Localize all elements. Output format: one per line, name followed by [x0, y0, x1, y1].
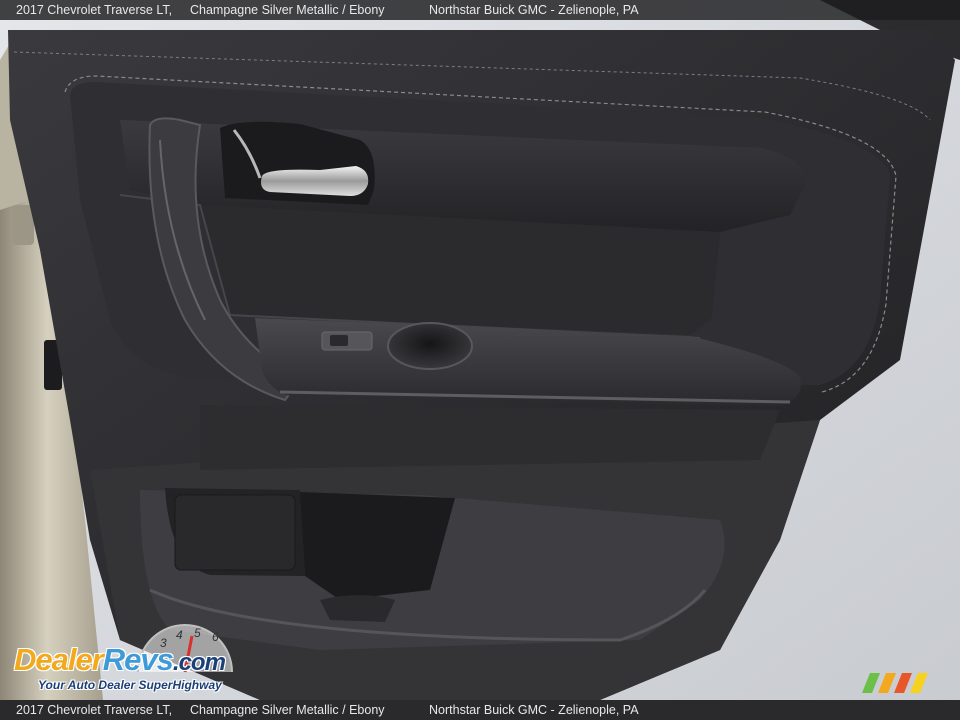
bottom-caption-bar: 2017 Chevrolet Traverse LT, Champagne Si…	[0, 700, 960, 720]
gauge-digit: 4	[176, 628, 183, 642]
rainbow-stripes-logo	[862, 673, 928, 693]
caption-model: 2017 Chevrolet Traverse LT,	[16, 703, 173, 717]
interior-photo: 2017 Chevrolet Traverse LT, Champagne Si…	[0, 0, 960, 720]
door-panel-illustration	[0, 0, 960, 720]
caption-color: Champagne Silver Metallic / Ebony	[190, 703, 385, 717]
dealerrevs-watermark: 3 4 5 6 DealerRevs.com Your Auto Dealer …	[10, 624, 270, 698]
caption-dealer: Northstar Buick GMC - Zelienople, PA	[429, 3, 639, 17]
brand-tagline: Your Auto Dealer SuperHighway	[38, 678, 222, 692]
brand-wordmark: DealerRevs.com	[14, 642, 226, 678]
brand-suffix: .com	[172, 649, 226, 676]
caption-color: Champagne Silver Metallic / Ebony	[190, 3, 385, 17]
brand-revs: Revs	[102, 642, 174, 677]
gauge-digit: 5	[194, 626, 201, 640]
top-caption-bar: 2017 Chevrolet Traverse LT, Champagne Si…	[0, 0, 960, 20]
brand-dealer: Dealer	[14, 642, 104, 677]
caption-model: 2017 Chevrolet Traverse LT,	[16, 3, 173, 17]
caption-dealer: Northstar Buick GMC - Zelienople, PA	[429, 703, 639, 717]
